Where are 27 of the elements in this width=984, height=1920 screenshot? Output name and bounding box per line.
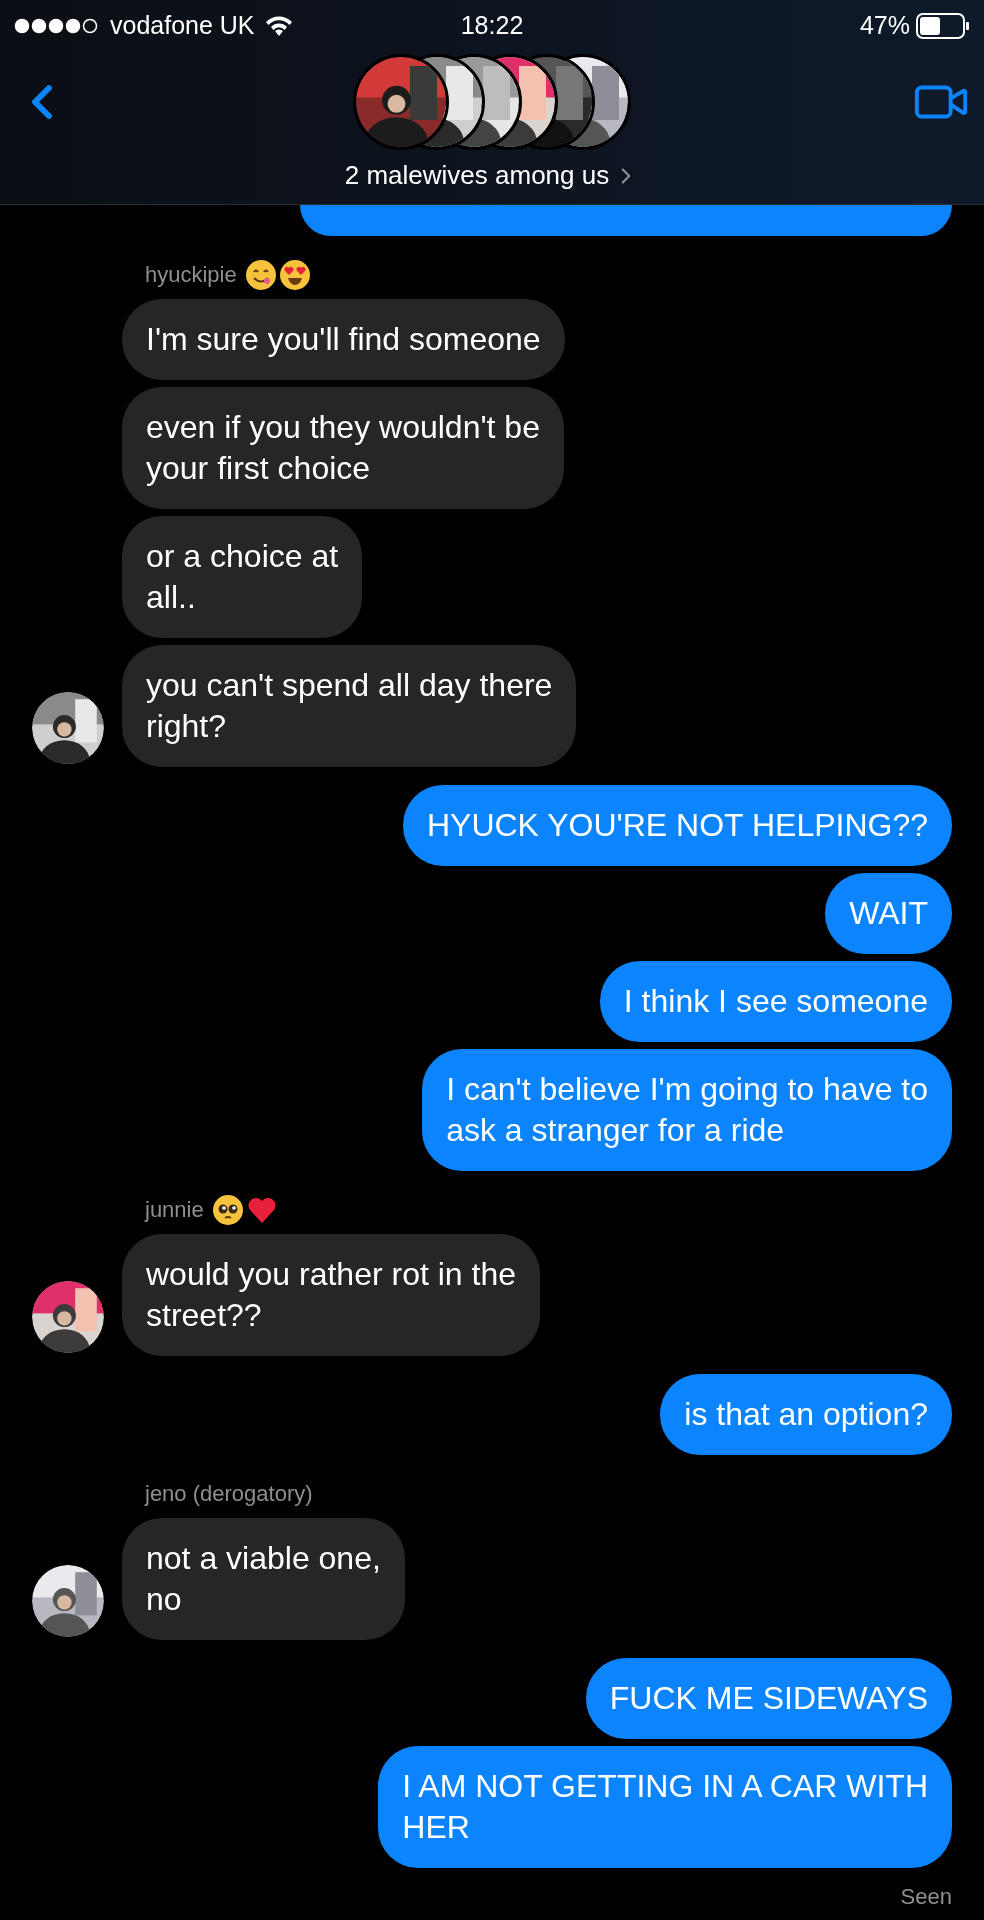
sender-name: junnie xyxy=(145,1196,204,1224)
message-bubble: or a choice at all.. xyxy=(122,516,363,638)
pleading-face-icon xyxy=(211,1193,244,1226)
carrier-name: vodafone UK xyxy=(110,10,255,42)
message-bubble: would you rather rot in the street?? xyxy=(122,1234,540,1356)
message-bubble: is that an option? xyxy=(660,1374,952,1455)
group-title-button[interactable]: 2 malewives among us xyxy=(344,156,640,195)
message-bubble: I think I see someone xyxy=(599,961,952,1042)
signal-icon xyxy=(14,18,100,34)
time: 18:22 xyxy=(459,10,525,42)
heart-eyes-face-icon xyxy=(278,258,311,291)
sender-name: hyuckipie xyxy=(145,261,237,289)
message-bubble: I'm sure you'll find someone xyxy=(122,299,565,380)
message-bubble: FUCK ME SIDEWAYS xyxy=(585,1658,952,1739)
battery-icon xyxy=(916,13,970,39)
message-bubble: WAIT xyxy=(825,873,952,954)
message-bubble: you can't spend all day there right? xyxy=(122,645,577,767)
smiling-face-icon xyxy=(244,258,277,291)
read-receipt: Seen xyxy=(900,1883,952,1911)
message-bubble: HYUCK YOU'RE NOT HELPING?? xyxy=(402,785,952,866)
message-bubble: I can't believe I'm going to have to ask a stranger for a ride xyxy=(422,1049,952,1171)
battery-percentage: 47% xyxy=(859,10,910,42)
message-bubble: I AM NOT GETTING IN A CAR WITH HER xyxy=(378,1746,952,1868)
message-bubble: not a viable one, no xyxy=(122,1518,405,1640)
sender-name: jeno (derogatory) xyxy=(145,1480,313,1508)
message-bubble: even if you they wouldn't be your first choice xyxy=(122,387,564,509)
wifi-icon xyxy=(264,15,293,37)
